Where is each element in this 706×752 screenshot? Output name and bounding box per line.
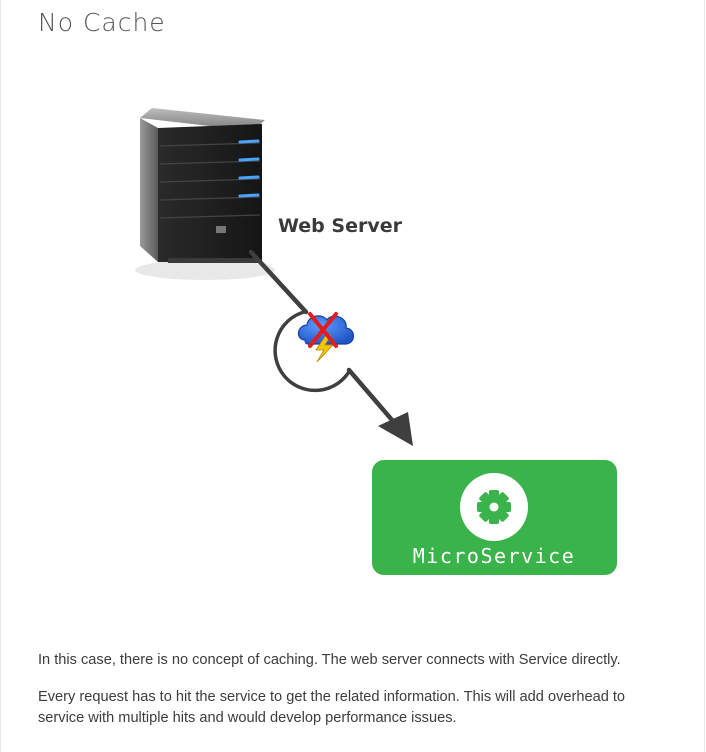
web-server-label: Web Server bbox=[278, 215, 403, 237]
microservice-label: MicroService bbox=[413, 544, 576, 568]
connection-line-lower bbox=[346, 367, 395, 423]
arrow-head-icon bbox=[378, 412, 413, 446]
connection-line-upper bbox=[248, 249, 309, 315]
description-paragraph-2: Every request has to hit the service to … bbox=[38, 689, 626, 726]
microservice-box: MicroService bbox=[372, 460, 617, 575]
no-cache-cloud-icon bbox=[297, 312, 355, 363]
description-paragraph-1: In this case, there is no concept of cac… bbox=[38, 652, 621, 668]
architecture-diagram: Web Server MicroService bbox=[135, 108, 617, 575]
gear-icon bbox=[477, 490, 511, 524]
